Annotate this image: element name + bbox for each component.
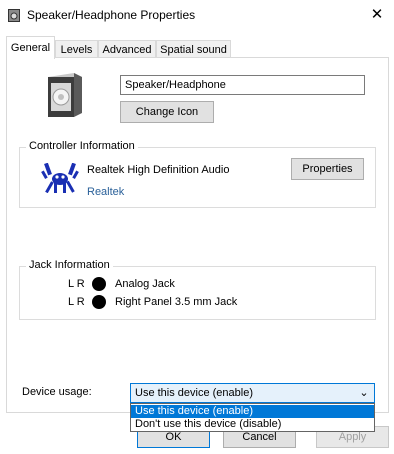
dropdown-option-enable[interactable]: Use this device (enable) bbox=[131, 405, 374, 418]
speaker-icon bbox=[8, 9, 20, 22]
change-icon-button[interactable]: Change Icon bbox=[120, 101, 214, 123]
jack-lr-label: L R bbox=[68, 296, 85, 308]
close-icon: ✕ bbox=[370, 6, 384, 23]
jack-color-icon bbox=[92, 277, 106, 291]
jack-name: Analog Jack bbox=[115, 278, 175, 290]
device-usage-dropdown: Use this device (enable) Don't use this … bbox=[130, 403, 375, 432]
dropdown-option-disable[interactable]: Don't use this device (disable) bbox=[131, 418, 374, 431]
speaker-device-icon bbox=[48, 73, 82, 117]
device-usage-select[interactable]: Use this device (enable) bbox=[130, 383, 375, 403]
tab-general[interactable]: General bbox=[6, 36, 55, 59]
title-bar: Speaker/Headphone Properties ✕ bbox=[0, 0, 394, 31]
tab-strip: General Levels Advanced Spatial sound bbox=[0, 36, 394, 59]
jack-color-icon bbox=[92, 295, 106, 309]
properties-button[interactable]: Properties bbox=[291, 158, 364, 180]
device-name-field[interactable] bbox=[120, 75, 365, 95]
jack-info-label: Jack Information bbox=[26, 259, 113, 271]
chevron-down-icon[interactable]: ⌄ bbox=[356, 383, 372, 403]
jack-info-group bbox=[19, 266, 376, 320]
jack-lr-label: L R bbox=[68, 278, 85, 290]
close-button[interactable]: ✕ bbox=[360, 0, 394, 30]
device-usage-label: Device usage: bbox=[22, 386, 92, 398]
window-title: Speaker/Headphone Properties bbox=[27, 8, 196, 22]
jack-name: Right Panel 3.5 mm Jack bbox=[115, 296, 238, 308]
controller-device-name: Realtek High Definition Audio bbox=[87, 164, 230, 176]
controller-info-label: Controller Information bbox=[26, 140, 138, 152]
realtek-crab-icon bbox=[41, 163, 79, 193]
vendor-link[interactable]: Realtek bbox=[87, 186, 124, 198]
